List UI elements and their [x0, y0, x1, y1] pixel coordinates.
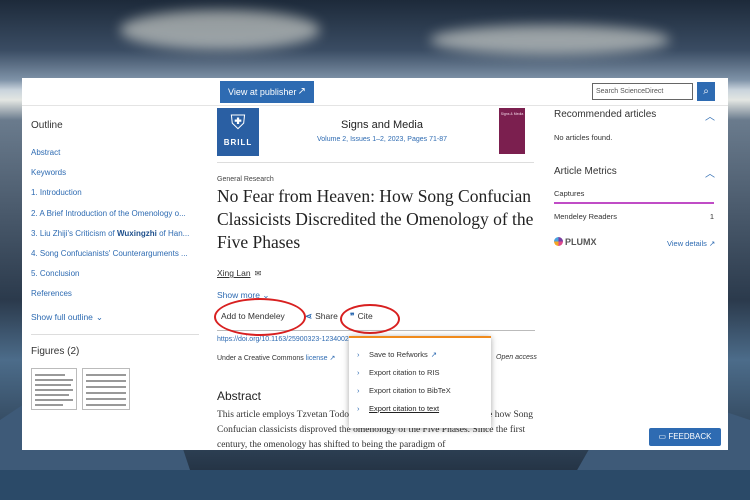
background-cloud [430, 25, 670, 55]
show-more-link[interactable]: Show more ⌄ [217, 290, 270, 301]
mendeley-readers-count: 1 [709, 212, 714, 221]
outline-list: Abstract Keywords 1. Introduction 2. A B… [31, 148, 199, 310]
abstract-heading: Abstract [217, 389, 262, 403]
chevron-right-icon: › [357, 404, 360, 413]
outline-item-conclusion[interactable]: 5. Conclusion [31, 269, 199, 289]
add-to-mendeley-button[interactable]: Add to Mendeley [221, 311, 285, 321]
article-metrics-heading[interactable]: Article Metrics [554, 166, 617, 177]
feedback-button[interactable]: ▭ FEEDBACK [649, 428, 721, 446]
chevron-down-icon: ⌄ [262, 290, 270, 300]
license-line: Under a Creative Commons license ↗ [217, 355, 336, 362]
external-arrow-icon: ↗ [430, 350, 438, 359]
doi-link[interactable]: https://doi.org/10.1163/25900323-1234002… [217, 336, 353, 343]
outline-item-liu-zhiji[interactable]: 3. Liu Zhiji's Criticism of Wuxingzhi of… [31, 229, 199, 249]
outline-item-abstract[interactable]: Abstract [31, 148, 199, 168]
chat-bubble-icon: ▭ [658, 432, 667, 441]
helmet-icon: ⛨ [230, 112, 246, 134]
cite-menu-item-text[interactable]: › Export citation to text [349, 404, 491, 422]
outline-item-keywords[interactable]: Keywords [31, 168, 199, 188]
outline-item-counterarguments[interactable]: 4. Song Confucianists' Counterarguments … [31, 249, 199, 269]
cite-menu-item-refworks[interactable]: › Save to Refworks ↗ [349, 350, 491, 368]
outline-item-introduction[interactable]: 1. Introduction [31, 188, 199, 208]
search-input[interactable]: Search ScienceDirect [592, 83, 693, 100]
external-arrow-icon: ↗ [297, 86, 306, 97]
article-category: General Research [217, 176, 274, 183]
publisher-logo[interactable]: ⛨ BRILL [217, 108, 259, 156]
divider [217, 162, 534, 163]
chevron-down-icon: ⌄ [95, 312, 104, 322]
chevron-up-icon[interactable]: ︿ [705, 165, 715, 180]
outline-item-references[interactable]: References [31, 289, 199, 309]
search-icon: ⌕ [703, 86, 709, 97]
envelope-icon: ✉ [254, 269, 262, 278]
view-details-link[interactable]: View details ↗ [667, 239, 715, 248]
view-at-publisher-label: View at publisher [228, 87, 297, 97]
plumx-icon [554, 237, 563, 246]
outline-heading: Outline [31, 120, 63, 131]
chevron-right-icon: › [357, 350, 360, 359]
chevron-up-icon[interactable]: ︿ [705, 108, 715, 123]
figures-heading: Figures (2) [31, 346, 80, 357]
cite-menu-item-bibtex[interactable]: › Export citation to BibTeX [349, 386, 491, 404]
captures-bar [554, 202, 714, 204]
share-icon: ⋖ [305, 311, 313, 321]
outline-item-omenology[interactable]: 2. A Brief Introduction of the Omenology… [31, 209, 199, 229]
journal-title[interactable]: Signs and Media [282, 119, 482, 131]
cite-menu-item-ris[interactable]: › Export citation to RIS [349, 368, 491, 386]
mendeley-readers-row: Mendeley Readers 1 [554, 212, 714, 221]
article-title: No Fear from Heaven: How Song Confucian … [217, 186, 534, 252]
recommended-articles-heading[interactable]: Recommended articles [554, 109, 656, 120]
sciencedirect-article-page: View at publisher ↗ Search ScienceDirect… [22, 78, 728, 450]
plumx-logo[interactable]: PLUMX [554, 237, 597, 247]
background-cloud [120, 10, 320, 50]
view-at-publisher-button[interactable]: View at publisher ↗ [220, 81, 314, 103]
cite-button[interactable]: ❞ Cite [350, 311, 373, 322]
top-bar: View at publisher ↗ Search ScienceDirect… [22, 78, 728, 106]
chevron-right-icon: › [357, 386, 360, 395]
journal-cover-image[interactable]: Signs & Media [499, 108, 525, 154]
divider [217, 330, 535, 331]
article-actions: Add to Mendeley ⋖ Share ❞ Cite [217, 311, 535, 329]
license-link[interactable]: license ↗ [306, 355, 336, 362]
open-access-label: Open access [496, 354, 537, 361]
author-link[interactable]: Xing Lan ✉ [217, 268, 261, 278]
no-articles-text: No articles found. [554, 133, 613, 142]
divider [31, 334, 199, 335]
chevron-right-icon: › [357, 368, 360, 377]
journal-volume-info[interactable]: Volume 2, Issues 1–2, 2023, Pages 71-87 [282, 136, 482, 143]
captures-label: Captures [554, 189, 585, 198]
figure-thumbnail-2[interactable] [82, 368, 130, 410]
search-button[interactable]: ⌕ [697, 82, 715, 101]
quote-icon: ❞ [350, 311, 355, 321]
figure-thumbnail-1[interactable] [31, 368, 77, 410]
share-button[interactable]: ⋖ Share [305, 311, 338, 322]
cite-dropdown-menu: › Save to Refworks ↗ › Export citation to R… [349, 336, 491, 428]
show-full-outline-link[interactable]: Show full outline ⌄ [31, 312, 103, 323]
